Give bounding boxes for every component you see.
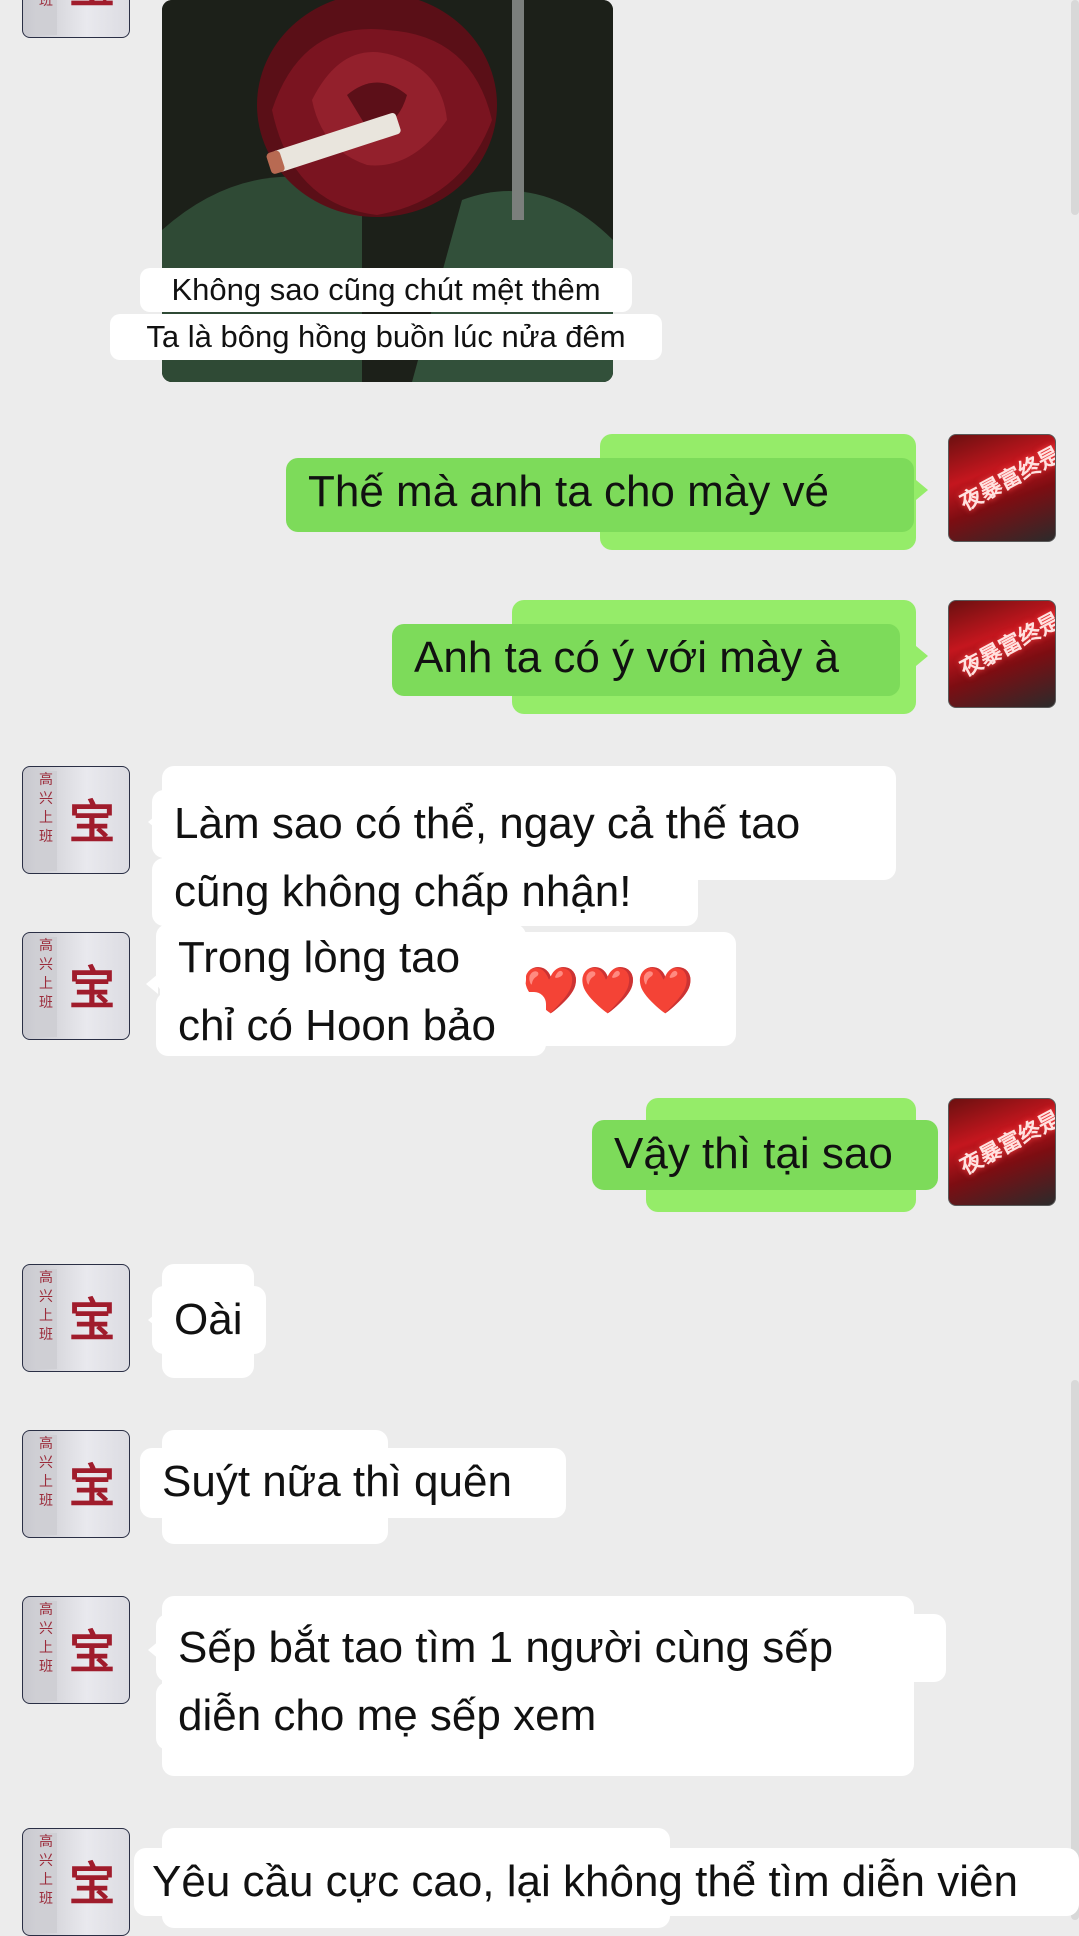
avatar-sign-text: 高兴上班	[35, 0, 57, 35]
bubble-tail	[146, 974, 158, 994]
contact-avatar[interactable]: 高兴上班 宝	[22, 1264, 130, 1372]
avatar-sign-text: 高兴上班	[35, 771, 57, 871]
message-bubble-incoming-line2[interactable]: diễn cho mẹ sếp xem	[156, 1682, 676, 1750]
avatar-neon-text: 夜暴富终是梦	[956, 1098, 1056, 1181]
my-avatar[interactable]: 夜暴富终是梦	[948, 600, 1056, 708]
avatar-sign-char: 宝	[69, 1293, 115, 1347]
avatar-sign-text: 高兴上班	[35, 1601, 57, 1701]
avatar-sign-char: 宝	[69, 961, 115, 1015]
avatar-sign-text: 高兴上班	[35, 1435, 57, 1535]
contact-avatar[interactable]: 高兴上班 宝	[22, 932, 130, 1040]
message-bubble-incoming[interactable]: Oài	[152, 1286, 266, 1354]
contact-avatar[interactable]: 高兴上班 宝	[22, 0, 130, 38]
my-avatar[interactable]: 夜暴富终是梦	[948, 434, 1056, 542]
message-bubble-outgoing[interactable]: Thế mà anh ta cho mày vé	[286, 458, 914, 532]
avatar-sign-text: 高兴上班	[35, 937, 57, 1037]
avatar-sign-char: 宝	[69, 1459, 115, 1513]
message-bubble-incoming-line2[interactable]: chỉ có Hoon bảo	[156, 992, 546, 1056]
photo-caption-line2: Ta là bông hồng buồn lúc nửa đêm	[110, 314, 662, 360]
avatar-sign-char: 宝	[69, 795, 115, 849]
photo-caption-line1: Không sao cũng chút mệt thêm	[140, 268, 632, 312]
message-bubble-incoming-line1[interactable]: Trong lòng tao	[156, 924, 526, 992]
avatar-neon-text: 夜暴富终是梦	[956, 600, 1056, 683]
message-bubble-incoming[interactable]: Yêu cầu cực cao, lại không thể tìm diễn …	[134, 1848, 1079, 1916]
bubble-tail	[916, 480, 928, 500]
message-bubble-outgoing[interactable]: Vậy thì tại sao	[592, 1120, 938, 1190]
message-bubble-incoming-line1[interactable]: Làm sao có thể, ngay cả thế tao	[152, 790, 892, 858]
bubble-tail	[148, 1640, 160, 1660]
avatar-sign-text: 高兴上班	[35, 1269, 57, 1369]
contact-avatar[interactable]: 高兴上班 宝	[22, 766, 130, 874]
message-bubble-incoming-line1[interactable]: Sếp bắt tao tìm 1 người cùng sếp	[156, 1614, 946, 1682]
avatar-neon-text: 夜暴富终是梦	[956, 434, 1056, 517]
avatar-sign-char: 宝	[57, 0, 127, 21]
avatar-sign-text: 高兴上班	[35, 1833, 57, 1933]
message-bubble-outgoing[interactable]: Anh ta có ý với mày à	[392, 624, 900, 696]
message-bubble-incoming-line2[interactable]: cũng không chấp nhận!	[152, 858, 698, 926]
message-bubble-incoming[interactable]: Suýt nữa thì quên	[140, 1448, 566, 1518]
heart-emoji: ❤️❤️❤️	[522, 964, 694, 1016]
bubble-tail	[148, 1310, 160, 1330]
contact-avatar[interactable]: 高兴上班 宝	[22, 1430, 130, 1538]
scrollbar[interactable]	[1071, 0, 1079, 215]
contact-avatar[interactable]: 高兴上班 宝	[22, 1596, 130, 1704]
my-avatar[interactable]: 夜暴富终是梦	[948, 1098, 1056, 1206]
avatar-sign-char: 宝	[69, 1625, 115, 1679]
bubble-tail	[916, 646, 928, 666]
avatar-sign-char: 宝	[69, 1857, 115, 1911]
scrollbar-lower[interactable]	[1071, 1380, 1079, 1920]
